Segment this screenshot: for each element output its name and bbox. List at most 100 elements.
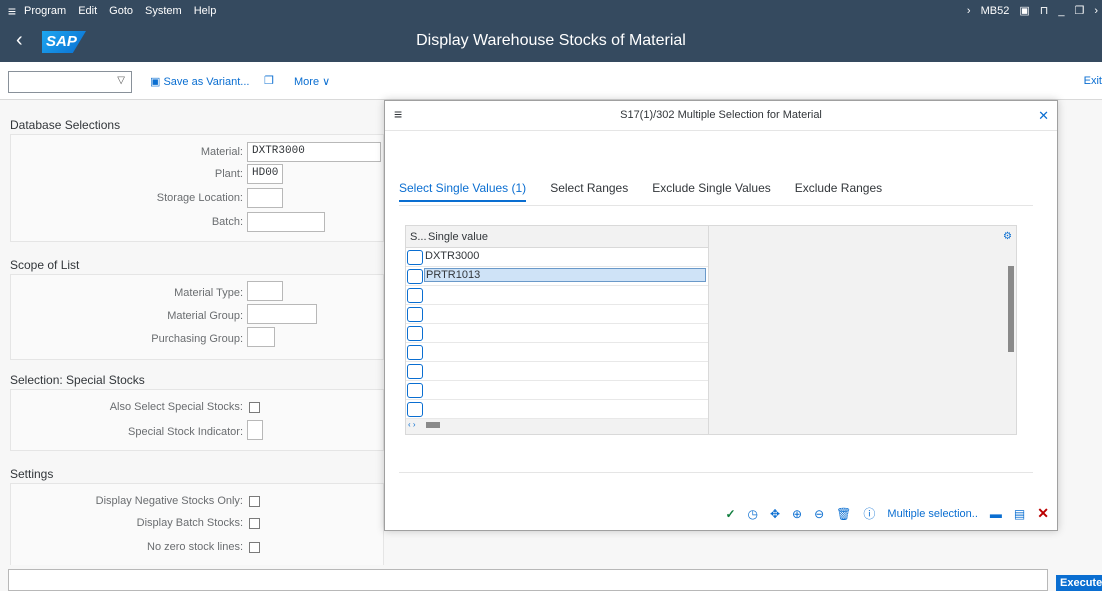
tab-select-ranges[interactable]: Select Ranges xyxy=(550,181,628,202)
row-selector[interactable] xyxy=(407,307,423,322)
row-selector[interactable] xyxy=(407,326,423,341)
clock-icon[interactable]: ◷ xyxy=(748,507,758,521)
row-selector[interactable] xyxy=(407,364,423,379)
import-icon[interactable]: ✥ xyxy=(770,507,780,521)
table-row[interactable] xyxy=(406,381,708,400)
menu-item-edit[interactable]: Edit xyxy=(78,5,97,17)
variant-select[interactable]: ▽ xyxy=(8,71,132,93)
menu-item-program[interactable]: Program xyxy=(24,5,66,17)
material-type-label: Material Type: xyxy=(174,287,243,299)
section-title-database: Database Selections xyxy=(10,118,121,132)
scope-panel: Material Type: Material Group: Purchasin… xyxy=(10,274,384,360)
table-row[interactable] xyxy=(406,343,708,362)
dialog-footer-toolbar: ✓ ◷ ✥ ⊕ ⊖ 🗑 ⓘ Multiple selection.. ▬ ▤ ✕ xyxy=(725,505,1049,522)
menu-item-help[interactable]: Help xyxy=(194,5,217,17)
chevron-right-icon[interactable]: › xyxy=(967,5,971,17)
section-title-special: Selection: Special Stocks xyxy=(10,373,145,387)
info-icon[interactable]: ⓘ xyxy=(863,505,875,522)
values-table: S... Single value ⚙ DXTR3000 PRTR1013 ‹ … xyxy=(405,225,1017,435)
table-row[interactable] xyxy=(406,324,708,343)
row-selector[interactable] xyxy=(407,250,423,265)
table-row[interactable]: PRTR1013 xyxy=(406,267,708,286)
storage-location-label: Storage Location: xyxy=(156,192,243,204)
purchasing-group-input[interactable] xyxy=(247,327,275,347)
restore-icon[interactable]: ❐ xyxy=(1074,4,1084,17)
row-selector[interactable] xyxy=(407,288,423,303)
save-as-variant-button[interactable]: ▣ Save as Variant... xyxy=(150,75,249,88)
horizontal-scrollbar[interactable]: ‹ › xyxy=(408,420,708,430)
add-line-icon[interactable]: ⊕ xyxy=(792,507,802,521)
table-header: S... Single value xyxy=(406,226,708,248)
special-indicator-input[interactable] xyxy=(247,420,263,440)
more-button[interactable]: More ∨ xyxy=(294,75,330,88)
row-selector[interactable] xyxy=(407,383,423,398)
cell-value[interactable]: DXTR3000 xyxy=(425,250,479,262)
table-row[interactable] xyxy=(406,362,708,381)
multiple-selection-button[interactable]: Multiple selection.. xyxy=(887,508,978,520)
plant-input[interactable]: HD00 xyxy=(247,164,283,184)
multiple-selection-dialog: ≡ S17(1)/302 Multiple Selection for Mate… xyxy=(384,100,1058,531)
column-header-s[interactable]: S... xyxy=(410,231,427,243)
special-indicator-label: Special Stock Indicator: xyxy=(128,426,243,438)
batch-stocks-checkbox[interactable] xyxy=(249,518,260,529)
trash-icon[interactable]: 🗑 xyxy=(836,507,851,521)
dialog-footer-divider xyxy=(399,472,1033,473)
storage-location-input[interactable] xyxy=(247,188,283,208)
tab-select-single-values[interactable]: Select Single Values (1) xyxy=(399,181,527,202)
minimize-icon[interactable]: _ xyxy=(1058,5,1064,17)
settings-icon[interactable]: ⚙ xyxy=(1003,231,1012,242)
menu-icon[interactable]: ≡ xyxy=(0,3,24,19)
row-selector[interactable] xyxy=(407,345,423,360)
negative-stocks-checkbox[interactable] xyxy=(249,496,260,507)
vertical-scrollbar[interactable] xyxy=(1007,248,1015,434)
save-as-variant-label: Save as Variant... xyxy=(163,76,250,88)
page-title: Display Warehouse Stocks of Material xyxy=(416,32,686,49)
special-stocks-panel: Also Select Special Stocks: Special Stoc… xyxy=(10,389,384,451)
toolbar: ▽ ▣ Save as Variant... ❐ More ∨ Exit xyxy=(0,62,1102,100)
zero-stock-checkbox[interactable] xyxy=(249,542,260,553)
material-group-input[interactable] xyxy=(247,304,317,324)
hscroll-thumb[interactable] xyxy=(426,422,440,428)
menu-item-system[interactable]: System xyxy=(145,5,182,17)
paste-icon[interactable]: ▤ xyxy=(1014,507,1025,521)
column-header-single-value[interactable]: Single value xyxy=(428,231,488,243)
material-type-input[interactable] xyxy=(247,281,283,301)
section-title-settings: Settings xyxy=(10,467,54,481)
cancel-icon[interactable]: ✕ xyxy=(1037,505,1049,522)
play-icon[interactable]: ▣ xyxy=(1019,4,1029,17)
scroll-arrows-icon[interactable]: ‹ › xyxy=(408,420,416,429)
material-group-label: Material Group: xyxy=(167,310,243,322)
dialog-header: ≡ S17(1)/302 Multiple Selection for Mate… xyxy=(385,101,1057,131)
close-icon[interactable]: ✕ xyxy=(1038,108,1049,124)
copy-icon[interactable]: ❐ xyxy=(264,74,274,87)
comment-icon[interactable]: ▬ xyxy=(990,507,1002,521)
close-window-icon[interactable]: › xyxy=(1094,5,1098,17)
exit-button[interactable]: Exit xyxy=(1084,75,1102,87)
table-row[interactable] xyxy=(406,400,708,419)
also-select-special-checkbox[interactable] xyxy=(249,402,260,413)
table-row[interactable]: DXTR3000 xyxy=(406,248,708,267)
row-selector[interactable] xyxy=(407,402,423,417)
material-input[interactable]: DXTR3000 xyxy=(247,142,381,162)
transaction-code: MB52 xyxy=(980,4,1010,17)
execute-button[interactable]: Execute xyxy=(1056,575,1102,591)
zero-stock-label: No zero stock lines: xyxy=(147,541,243,553)
settings-panel: Display Negative Stocks Only: Display Ba… xyxy=(10,483,384,565)
lock-icon[interactable]: ⊓ xyxy=(1040,4,1049,17)
row-selector[interactable] xyxy=(407,269,423,284)
command-field[interactable] xyxy=(8,569,1048,591)
scroll-thumb[interactable] xyxy=(1008,266,1014,352)
section-title-scope: Scope of List xyxy=(10,258,80,272)
database-selections-panel: Material: DXTR3000 Plant: HD00 Storage L… xyxy=(10,134,384,242)
table-row[interactable] xyxy=(406,286,708,305)
tab-exclude-single-values[interactable]: Exclude Single Values xyxy=(652,181,771,202)
menu-item-goto[interactable]: Goto xyxy=(109,5,133,17)
table-row[interactable] xyxy=(406,305,708,324)
cell-value[interactable]: PRTR1013 xyxy=(424,268,706,282)
more-label: More xyxy=(294,76,320,88)
confirm-icon[interactable]: ✓ xyxy=(725,507,735,521)
tab-exclude-ranges[interactable]: Exclude Ranges xyxy=(795,181,882,202)
batch-input[interactable] xyxy=(247,212,325,232)
delete-line-icon[interactable]: ⊖ xyxy=(814,507,824,521)
chevron-down-icon: ▽ xyxy=(117,75,125,86)
